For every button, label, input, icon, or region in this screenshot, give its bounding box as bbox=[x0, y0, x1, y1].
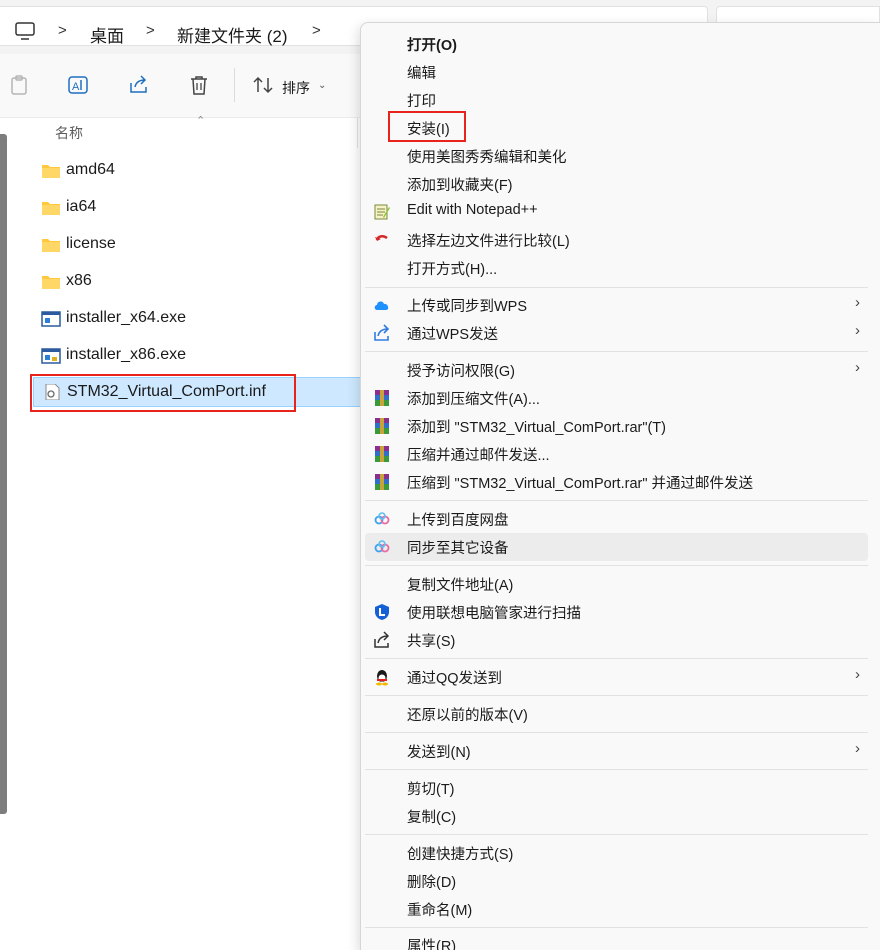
menu-divider bbox=[365, 732, 868, 733]
chevron-right-icon[interactable]: > bbox=[312, 22, 321, 39]
lenovo-shield-icon bbox=[375, 604, 389, 620]
list-item[interactable]: installer_x64.exe bbox=[33, 304, 360, 334]
menu-item-compare[interactable]: 选择左边文件进行比较(L) bbox=[365, 226, 868, 254]
rename-icon[interactable]: A bbox=[67, 74, 89, 96]
breadcrumb-folder[interactable]: 新建文件夹 (2) bbox=[177, 22, 288, 47]
winrar-icon bbox=[375, 418, 389, 434]
file-name: ia64 bbox=[66, 198, 97, 215]
menu-item-restore-versions[interactable]: 还原以前的版本(V) bbox=[365, 700, 868, 728]
scrollbar[interactable] bbox=[0, 134, 7, 814]
chevron-right-icon: › bbox=[855, 359, 860, 376]
menu-item-add-archive[interactable]: 添加到压缩文件(A)... bbox=[365, 384, 868, 412]
list-item[interactable]: license bbox=[33, 230, 360, 260]
computer-icon[interactable] bbox=[14, 21, 36, 41]
menu-item-properties[interactable]: 属性(R) bbox=[365, 931, 868, 950]
menu-divider bbox=[365, 565, 868, 566]
cloud-icon bbox=[374, 301, 389, 310]
file-name: installer_x86.exe bbox=[66, 346, 187, 363]
menu-item-create-shortcut[interactable]: 创建快捷方式(S) bbox=[365, 839, 868, 867]
menu-divider bbox=[365, 351, 868, 352]
list-item[interactable]: amd64 bbox=[33, 156, 360, 186]
menu-item-open-with[interactable]: 打开方式(H)... bbox=[365, 254, 868, 282]
column-header-name[interactable]: 名称 bbox=[55, 123, 83, 143]
file-list: ⌃ 名称 amd64 ia64 license x86 installer_x6… bbox=[0, 115, 360, 950]
menu-item-notepad[interactable]: Edit with Notepad++ bbox=[365, 198, 868, 226]
qq-icon bbox=[376, 670, 388, 686]
sort-ascending-icon: ⌃ bbox=[196, 115, 206, 127]
menu-divider bbox=[365, 695, 868, 696]
file-name: x86 bbox=[66, 272, 92, 289]
menu-item-grant-access[interactable]: 授予访问权限(G) › bbox=[365, 356, 868, 384]
wps-share-icon bbox=[374, 324, 390, 341]
menu-item-open[interactable]: 打开(O) bbox=[365, 30, 868, 58]
menu-item-compress-rar-email[interactable]: 压缩到 "STM32_Virtual_ComPort.rar" 并通过邮件发送 bbox=[365, 468, 868, 496]
menu-item-baidu-upload[interactable]: 上传到百度网盘 bbox=[365, 505, 868, 533]
menu-item-wps-sync[interactable]: 上传或同步到WPS › bbox=[365, 291, 868, 319]
list-item[interactable]: ia64 bbox=[33, 193, 360, 223]
menu-item-copy-path[interactable]: 复制文件地址(A) bbox=[365, 570, 868, 598]
share-icon bbox=[374, 631, 390, 648]
chevron-right-icon[interactable]: > bbox=[146, 22, 155, 39]
highlight-box-file bbox=[30, 374, 296, 412]
menu-item-send-to[interactable]: 发送到(N) › bbox=[365, 737, 868, 765]
menu-item-delete[interactable]: 删除(D) bbox=[365, 867, 868, 895]
menu-divider bbox=[365, 834, 868, 835]
file-name: installer_x64.exe bbox=[66, 309, 187, 326]
menu-item-sync-devices[interactable]: 同步至其它设备 bbox=[365, 533, 868, 561]
exe-file-icon bbox=[41, 311, 61, 327]
menu-item-wps-send[interactable]: 通过WPS发送 › bbox=[365, 319, 868, 347]
winrar-icon bbox=[375, 446, 389, 462]
folder-icon bbox=[42, 276, 60, 289]
file-name: amd64 bbox=[66, 161, 115, 178]
menu-item-add-rar[interactable]: 添加到 "STM32_Virtual_ComPort.rar"(T) bbox=[365, 412, 868, 440]
menu-item-qq-send[interactable]: 通过QQ发送到 › bbox=[365, 663, 868, 691]
menu-divider bbox=[365, 927, 868, 928]
chevron-right-icon: › bbox=[855, 294, 860, 311]
menu-item-edit[interactable]: 编辑 bbox=[365, 58, 868, 86]
baidu-icon bbox=[374, 540, 390, 553]
menu-item-rename[interactable]: 重命名(M) bbox=[365, 895, 868, 923]
menu-item-meitu[interactable]: 使用美图秀秀编辑和美化 bbox=[365, 142, 868, 170]
column-divider[interactable] bbox=[357, 118, 358, 148]
compare-icon bbox=[375, 235, 388, 241]
menu-item-lenovo-scan[interactable]: 使用联想电脑管家进行扫描 bbox=[365, 598, 868, 626]
winrar-icon bbox=[375, 474, 389, 490]
menu-divider bbox=[365, 500, 868, 501]
folder-icon bbox=[42, 165, 60, 178]
chevron-right-icon[interactable]: > bbox=[58, 22, 67, 39]
menu-item-cut[interactable]: 剪切(T) bbox=[365, 774, 868, 802]
menu-divider bbox=[365, 658, 868, 659]
chevron-right-icon: › bbox=[855, 322, 860, 339]
menu-item-print[interactable]: 打印 bbox=[365, 86, 868, 114]
menu-item-add-favorites[interactable]: 添加到收藏夹(F) bbox=[365, 170, 868, 198]
breadcrumb-desktop[interactable]: 桌面 bbox=[90, 22, 124, 47]
folder-icon bbox=[42, 239, 60, 252]
menu-item-share[interactable]: 共享(S) bbox=[365, 626, 868, 654]
sort-icon[interactable] bbox=[252, 74, 274, 96]
context-menu: 打开(O) 编辑 打印 安装(I) 使用美图秀秀编辑和美化 添加到收藏夹(F) … bbox=[360, 22, 880, 950]
menu-item-compress-email[interactable]: 压缩并通过邮件发送... bbox=[365, 440, 868, 468]
winrar-icon bbox=[375, 390, 389, 406]
chevron-right-icon: › bbox=[855, 666, 860, 683]
sort-button[interactable]: 排序 bbox=[282, 78, 310, 98]
toolbar-divider bbox=[234, 68, 235, 102]
menu-divider bbox=[365, 287, 868, 288]
list-item[interactable]: x86 bbox=[33, 267, 360, 297]
svg-text:A: A bbox=[72, 81, 80, 93]
menu-divider bbox=[365, 769, 868, 770]
paste-icon[interactable] bbox=[8, 74, 30, 96]
delete-icon[interactable] bbox=[188, 74, 210, 96]
folder-icon bbox=[42, 202, 60, 215]
chevron-down-icon[interactable]: ⌄ bbox=[318, 80, 326, 91]
highlight-box-install bbox=[388, 111, 466, 142]
baidu-icon bbox=[374, 512, 390, 525]
menu-item-copy[interactable]: 复制(C) bbox=[365, 802, 868, 830]
file-name: license bbox=[66, 235, 116, 252]
exe-file-icon bbox=[41, 348, 61, 364]
notepad-icon bbox=[374, 204, 390, 220]
chevron-right-icon: › bbox=[855, 740, 860, 757]
list-item[interactable]: installer_x86.exe bbox=[33, 341, 360, 371]
share-icon[interactable] bbox=[128, 74, 150, 96]
